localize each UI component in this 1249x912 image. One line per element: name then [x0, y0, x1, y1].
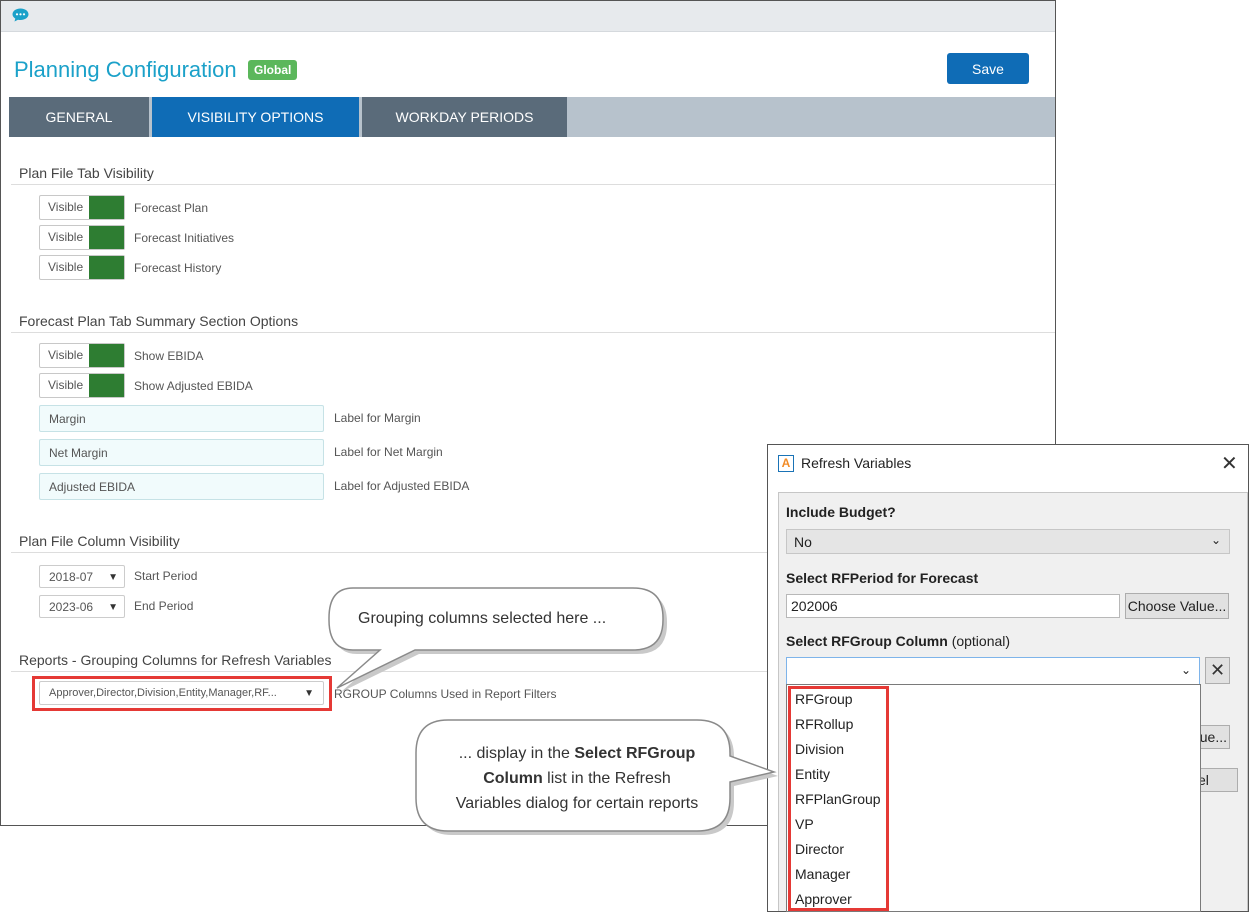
callout-line: ... display in the Select RFGroup: [420, 741, 734, 766]
divider: [11, 184, 1055, 185]
highlight-box: [788, 686, 889, 911]
chevron-down-icon: ⌄: [1180, 663, 1191, 677]
toggle-forecast-initiatives[interactable]: Visible: [39, 225, 125, 250]
end-period-select[interactable]: 2023-06 ▼: [39, 595, 125, 618]
rfgroup-select[interactable]: ⌄: [786, 657, 1200, 685]
rfperiod-label: Select RFPeriod for Forecast: [786, 570, 979, 586]
toggle-label: Show Adjusted EBIDA: [134, 379, 253, 393]
tab-general[interactable]: GENERAL: [9, 97, 149, 137]
callout-text: ... display in the: [458, 745, 575, 762]
toggle-knob: [89, 344, 124, 367]
divider: [11, 332, 1055, 333]
rfperiod-input[interactable]: 202006: [786, 594, 1120, 618]
callout-text: list in the Refresh: [542, 770, 671, 787]
save-button[interactable]: Save: [947, 53, 1029, 84]
field-label: Label for Adjusted EBIDA: [334, 479, 470, 493]
net-margin-label-input[interactable]: Net Margin: [39, 439, 324, 466]
toggle-show-ebida[interactable]: Visible: [39, 343, 125, 368]
callout-line: Column list in the Refresh: [420, 766, 734, 791]
callout-line: Variables dialog for certain reports: [455, 795, 699, 812]
field-label: Label for Net Margin: [334, 445, 443, 459]
rfgroup-label: Select RFGroup Column: [786, 633, 948, 649]
rfgroup-label-row: Select RFGroup Column (optional): [786, 633, 1010, 649]
close-icon[interactable]: ✕: [1221, 451, 1238, 476]
dropdown-arrow-icon: ▼: [108, 572, 118, 583]
toggle-forecast-plan[interactable]: Visible: [39, 195, 125, 220]
toggle-knob: [89, 196, 124, 219]
select-value: 2018-07: [49, 570, 94, 584]
section-title-summary: Forecast Plan Tab Summary Section Option…: [19, 313, 299, 329]
callout-bottom-text: ... display in the Select RFGroup Column…: [420, 741, 734, 816]
dialog-title: Refresh Variables: [801, 455, 912, 471]
optional-note: (optional): [951, 633, 1011, 649]
section-title-plan-file-tab: Plan File Tab Visibility: [19, 165, 154, 181]
global-badge: Global: [248, 60, 298, 80]
start-period-label: Start Period: [134, 569, 198, 583]
toggle-show-adjusted-ebida[interactable]: Visible: [39, 373, 125, 398]
margin-label-input[interactable]: Margin: [39, 405, 324, 432]
callout-bold-text: Column: [483, 770, 543, 787]
end-period-label: End Period: [134, 599, 194, 613]
toggle-state: Visible: [48, 230, 84, 244]
tab-visibility-options[interactable]: VISIBILITY OPTIONS: [152, 97, 359, 137]
toggle-forecast-history[interactable]: Visible: [39, 255, 125, 280]
callout-top-text: Grouping columns selected here ...: [358, 610, 607, 627]
toggle-state: Visible: [48, 378, 84, 392]
field-label: Label for Margin: [334, 411, 421, 425]
callout-top-shape: [328, 587, 667, 692]
section-title-column-visibility: Plan File Column Visibility: [19, 533, 180, 549]
clear-button[interactable]: ✕: [1205, 657, 1230, 684]
toggle-knob: [89, 256, 124, 279]
choose-value-button[interactable]: Choose Value...: [1125, 593, 1229, 619]
toggle-label: Show EBIDA: [134, 349, 204, 363]
select-value: 2023-06: [49, 600, 94, 614]
toggle-state: Visible: [48, 200, 84, 214]
toggle-label: Forecast Plan: [134, 201, 209, 215]
toggle-knob: [89, 374, 124, 397]
page-title: Planning Configuration: [14, 57, 237, 82]
adjusted-ebida-label-input[interactable]: Adjusted EBIDA: [39, 473, 324, 500]
toggle-state: Visible: [48, 348, 84, 362]
app-logo-icon: A: [778, 455, 794, 472]
toggle-label: Forecast History: [134, 261, 222, 275]
top-bar: [1, 1, 1055, 32]
toggle-knob: [89, 226, 124, 249]
section-title-reports: Reports - Grouping Columns for Refresh V…: [19, 652, 332, 668]
start-period-select[interactable]: 2018-07 ▼: [39, 565, 125, 588]
tab-workday-periods[interactable]: WORKDAY PERIODS: [362, 97, 567, 137]
dropdown-arrow-icon: ▼: [108, 602, 118, 613]
toggle-state: Visible: [48, 260, 84, 274]
chevron-down-icon: ⌄: [1210, 533, 1221, 547]
callout-bold-text: Select RFGroup: [574, 745, 696, 762]
include-budget-label: Include Budget?: [786, 504, 896, 520]
chat-icon[interactable]: [12, 8, 29, 22]
include-budget-select[interactable]: No ⌄: [786, 529, 1230, 554]
select-value: No: [794, 534, 812, 550]
highlight-box: [32, 676, 332, 711]
tab-bar: GENERAL VISIBILITY OPTIONS WORKDAY PERIO…: [9, 97, 1055, 137]
toggle-label: Forecast Initiatives: [134, 231, 235, 245]
screenshot-stage: Planning Configuration Global Save GENER…: [0, 0, 1249, 912]
